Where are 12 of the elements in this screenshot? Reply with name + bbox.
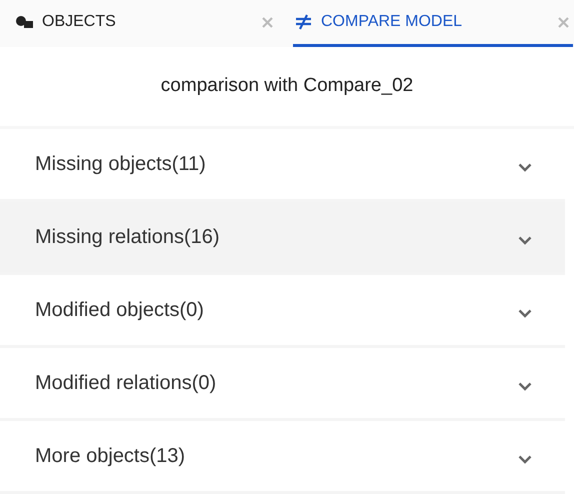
close-icon[interactable]	[262, 16, 273, 28]
chevron-icon	[518, 162, 532, 172]
chevron-icon	[518, 454, 532, 464]
chevron-icon	[518, 308, 532, 318]
not-equal-icon	[295, 14, 312, 30]
tab[interactable]: COMPARE MODEL	[293, 0, 573, 47]
close-icon[interactable]	[558, 16, 569, 28]
chevron-icon	[518, 236, 532, 244]
objects-icon	[16, 16, 33, 28]
chevron-icon	[518, 382, 532, 390]
accordion-row[interactable]: Missing relations(16)	[0, 202, 565, 275]
tab[interactable]: OBJECTS	[0, 0, 280, 47]
